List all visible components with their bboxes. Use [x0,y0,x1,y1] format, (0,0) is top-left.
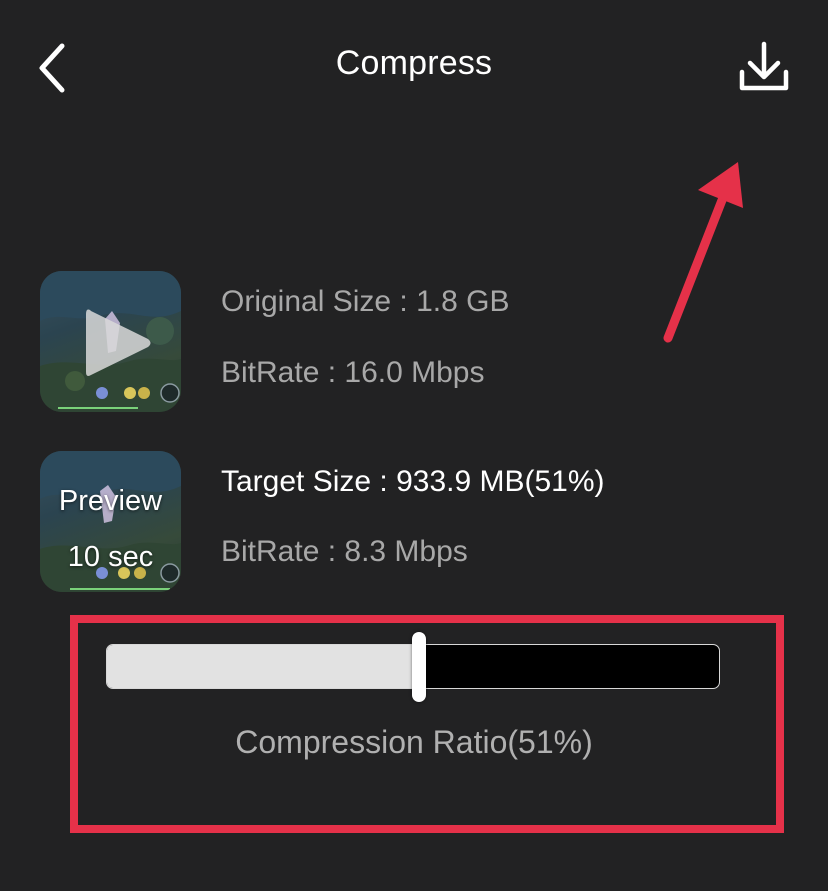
original-bitrate-text: BitRate : 16.0 Mbps [221,356,485,389]
compress-screen: Compress Original Size : 1.8 GB BitRate … [0,0,828,891]
target-size-text: Target Size : 933.9 MB(51%) [221,465,605,498]
slider-handle[interactable] [412,632,427,702]
preview-thumbnail[interactable]: Preview 10 sec [40,451,181,592]
preview-label: Preview 10 sec [40,473,181,585]
page-title: Compress [335,44,493,82]
target-bitrate-text: BitRate : 8.3 Mbps [221,535,468,568]
original-video-thumbnail[interactable] [40,271,181,412]
original-size-text: Original Size : 1.8 GB [221,285,510,318]
download-button[interactable] [732,36,796,100]
preview-label-line1: Preview [58,485,163,517]
download-icon [739,41,789,91]
preview-label-line2: 10 sec [67,541,154,573]
slider-fill [107,645,420,688]
compression-ratio-label: Compression Ratio(51%) [235,724,593,760]
annotation-arrow [663,162,743,343]
play-icon [86,309,151,376]
